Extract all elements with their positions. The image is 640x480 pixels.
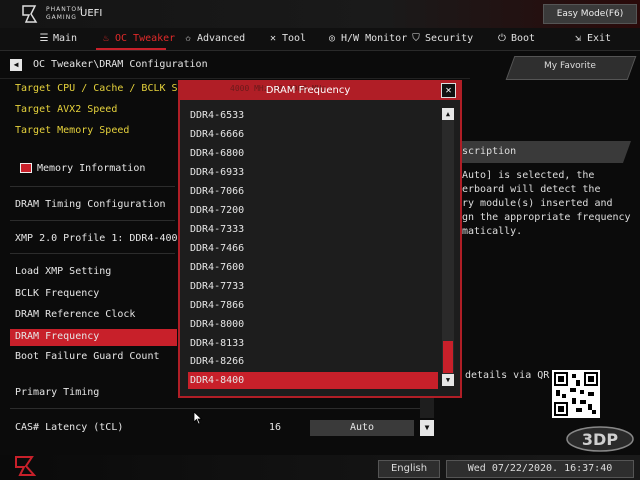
list-icon: ☰ <box>39 33 49 44</box>
scroll-up-icon[interactable]: ▲ <box>442 108 454 120</box>
dram-reference-clock-item[interactable]: DRAM Reference Clock <box>15 309 135 320</box>
cas-latency-select[interactable]: Auto <box>310 420 414 436</box>
tab-tool[interactable]: ✕ Tool <box>267 31 306 47</box>
tab-advanced[interactable]: ✩ Advanced <box>182 31 245 47</box>
phantom-gaming-logo <box>15 456 37 476</box>
tab-tool-label: Tool <box>282 33 307 44</box>
tab-exit[interactable]: ⇲ Exit <box>572 31 611 47</box>
easy-mode-button[interactable]: Easy Mode(F6) <box>543 4 637 24</box>
description-line: erboard will detect the <box>462 184 601 195</box>
target-memory-label: Target Memory Speed <box>15 125 130 136</box>
tab-main[interactable]: ☰ Main <box>38 31 78 47</box>
power-icon: ⏻ <box>498 33 506 44</box>
description-line: matically. <box>462 226 523 237</box>
qr-code <box>552 370 600 418</box>
option-item[interactable]: DDR4-7200 <box>188 202 438 219</box>
divider <box>10 408 420 409</box>
dram-frequency-item[interactable]: DRAM Frequency <box>15 331 99 342</box>
active-tab-indicator <box>96 48 166 50</box>
brand-gaming: GAMING <box>46 14 77 21</box>
primary-timing-label: Primary Timing <box>15 387 100 398</box>
tab-exit-label: Exit <box>587 33 612 44</box>
mouse-cursor-icon <box>193 411 203 425</box>
option-item[interactable]: DDR4-8000 <box>188 316 438 333</box>
tools-icon: ✕ <box>269 33 277 44</box>
tab-advanced-label: Advanced <box>197 33 246 44</box>
divider <box>10 186 175 187</box>
brand-uefi: UEFI <box>80 8 103 19</box>
tab-main-label: Main <box>53 33 78 44</box>
memory-icon <box>20 163 32 173</box>
qr-details-text: details via QR <box>465 370 550 381</box>
exit-icon: ⇲ <box>574 33 582 44</box>
scrollbar-thumb[interactable] <box>443 341 453 373</box>
option-item[interactable]: DDR4-6933 <box>188 164 438 181</box>
tab-security-label: Security <box>425 33 474 44</box>
flame-icon: ♨ <box>102 33 110 44</box>
option-item[interactable]: DDR4-7600 <box>188 259 438 276</box>
monitor-icon: ◎ <box>328 33 336 44</box>
divider <box>10 220 175 221</box>
option-item[interactable]: DDR4-7466 <box>188 240 438 257</box>
scroll-down-icon[interactable]: ▼ <box>420 420 434 436</box>
option-item[interactable]: DDR4-6666 <box>188 126 438 143</box>
watermark-logo: 3DP <box>566 426 634 452</box>
dram-timing-config-label: DRAM Timing Configuration <box>15 199 166 210</box>
option-item[interactable]: DDR4-7866 <box>188 297 438 314</box>
option-item[interactable]: DDR4-8133 <box>188 335 438 352</box>
option-item-selected[interactable]: DDR4-8400 <box>188 372 438 389</box>
option-item[interactable]: DDR4-7733 <box>188 278 438 295</box>
option-item[interactable]: DDR4-7333 <box>188 221 438 238</box>
tab-boot-label: Boot <box>511 33 536 44</box>
back-arrow-icon[interactable]: ◀ <box>10 59 22 71</box>
phantom-gaming-logo <box>22 5 38 23</box>
tab-oc-tweaker-label: OC Tweaker <box>115 33 176 44</box>
dialog-title: DRAM Frequency <box>265 85 351 96</box>
tab-hw-monitor-label: H/W Monitor <box>341 33 408 44</box>
description-line: Auto] is selected, the <box>462 170 595 181</box>
star-icon: ✩ <box>184 33 192 44</box>
language-button[interactable]: English <box>378 460 440 478</box>
target-cpu-label: Target CPU / Cache / BCLK Speed <box>15 83 202 94</box>
option-item[interactable]: DDR4-6800 <box>188 145 438 162</box>
my-favorite-label: My Favorite <box>544 61 596 71</box>
shield-icon: ⛉ <box>412 33 420 44</box>
load-xmp-setting-item[interactable]: Load XMP Setting <box>15 266 111 277</box>
tab-security[interactable]: ⛉ Security <box>410 31 473 47</box>
memory-information-item[interactable]: Memory Information <box>37 163 145 174</box>
tab-oc-tweaker[interactable]: ♨ OC Tweaker <box>100 31 175 47</box>
close-icon[interactable]: ✕ <box>441 83 456 98</box>
brand-phantom: PHANTOM <box>46 6 84 13</box>
boot-failure-guard-item[interactable]: Boot Failure Guard Count <box>15 351 160 362</box>
divider <box>10 253 175 254</box>
tab-boot[interactable]: ⏻ Boot <box>496 31 535 47</box>
cas-latency-value: 16 <box>268 422 282 433</box>
datetime-display: Wed 07/22/2020. 16:37:40 <box>446 460 634 478</box>
svg-text:3DP: 3DP <box>582 430 618 449</box>
tab-hw-monitor[interactable]: ◎ H/W Monitor <box>326 31 407 47</box>
description-line: ry module(s) inserted and <box>462 198 613 209</box>
description-title: scription <box>462 146 517 157</box>
breadcrumb: OC Tweaker\DRAM Configuration <box>33 59 208 70</box>
description-line: gn the appropriate frequency <box>462 212 631 223</box>
target-avx2-label: Target AVX2 Speed <box>15 104 118 115</box>
cas-latency-label: CAS# Latency (tCL) <box>15 422 124 433</box>
option-item[interactable]: DDR4-8266 <box>188 353 438 370</box>
option-item[interactable]: DDR4-7066 <box>188 183 438 200</box>
scroll-down-icon[interactable]: ▼ <box>442 374 454 386</box>
divider <box>0 78 470 79</box>
option-item[interactable]: DDR4-6533 <box>188 107 438 124</box>
bclk-frequency-item[interactable]: BCLK Frequency <box>15 288 99 299</box>
